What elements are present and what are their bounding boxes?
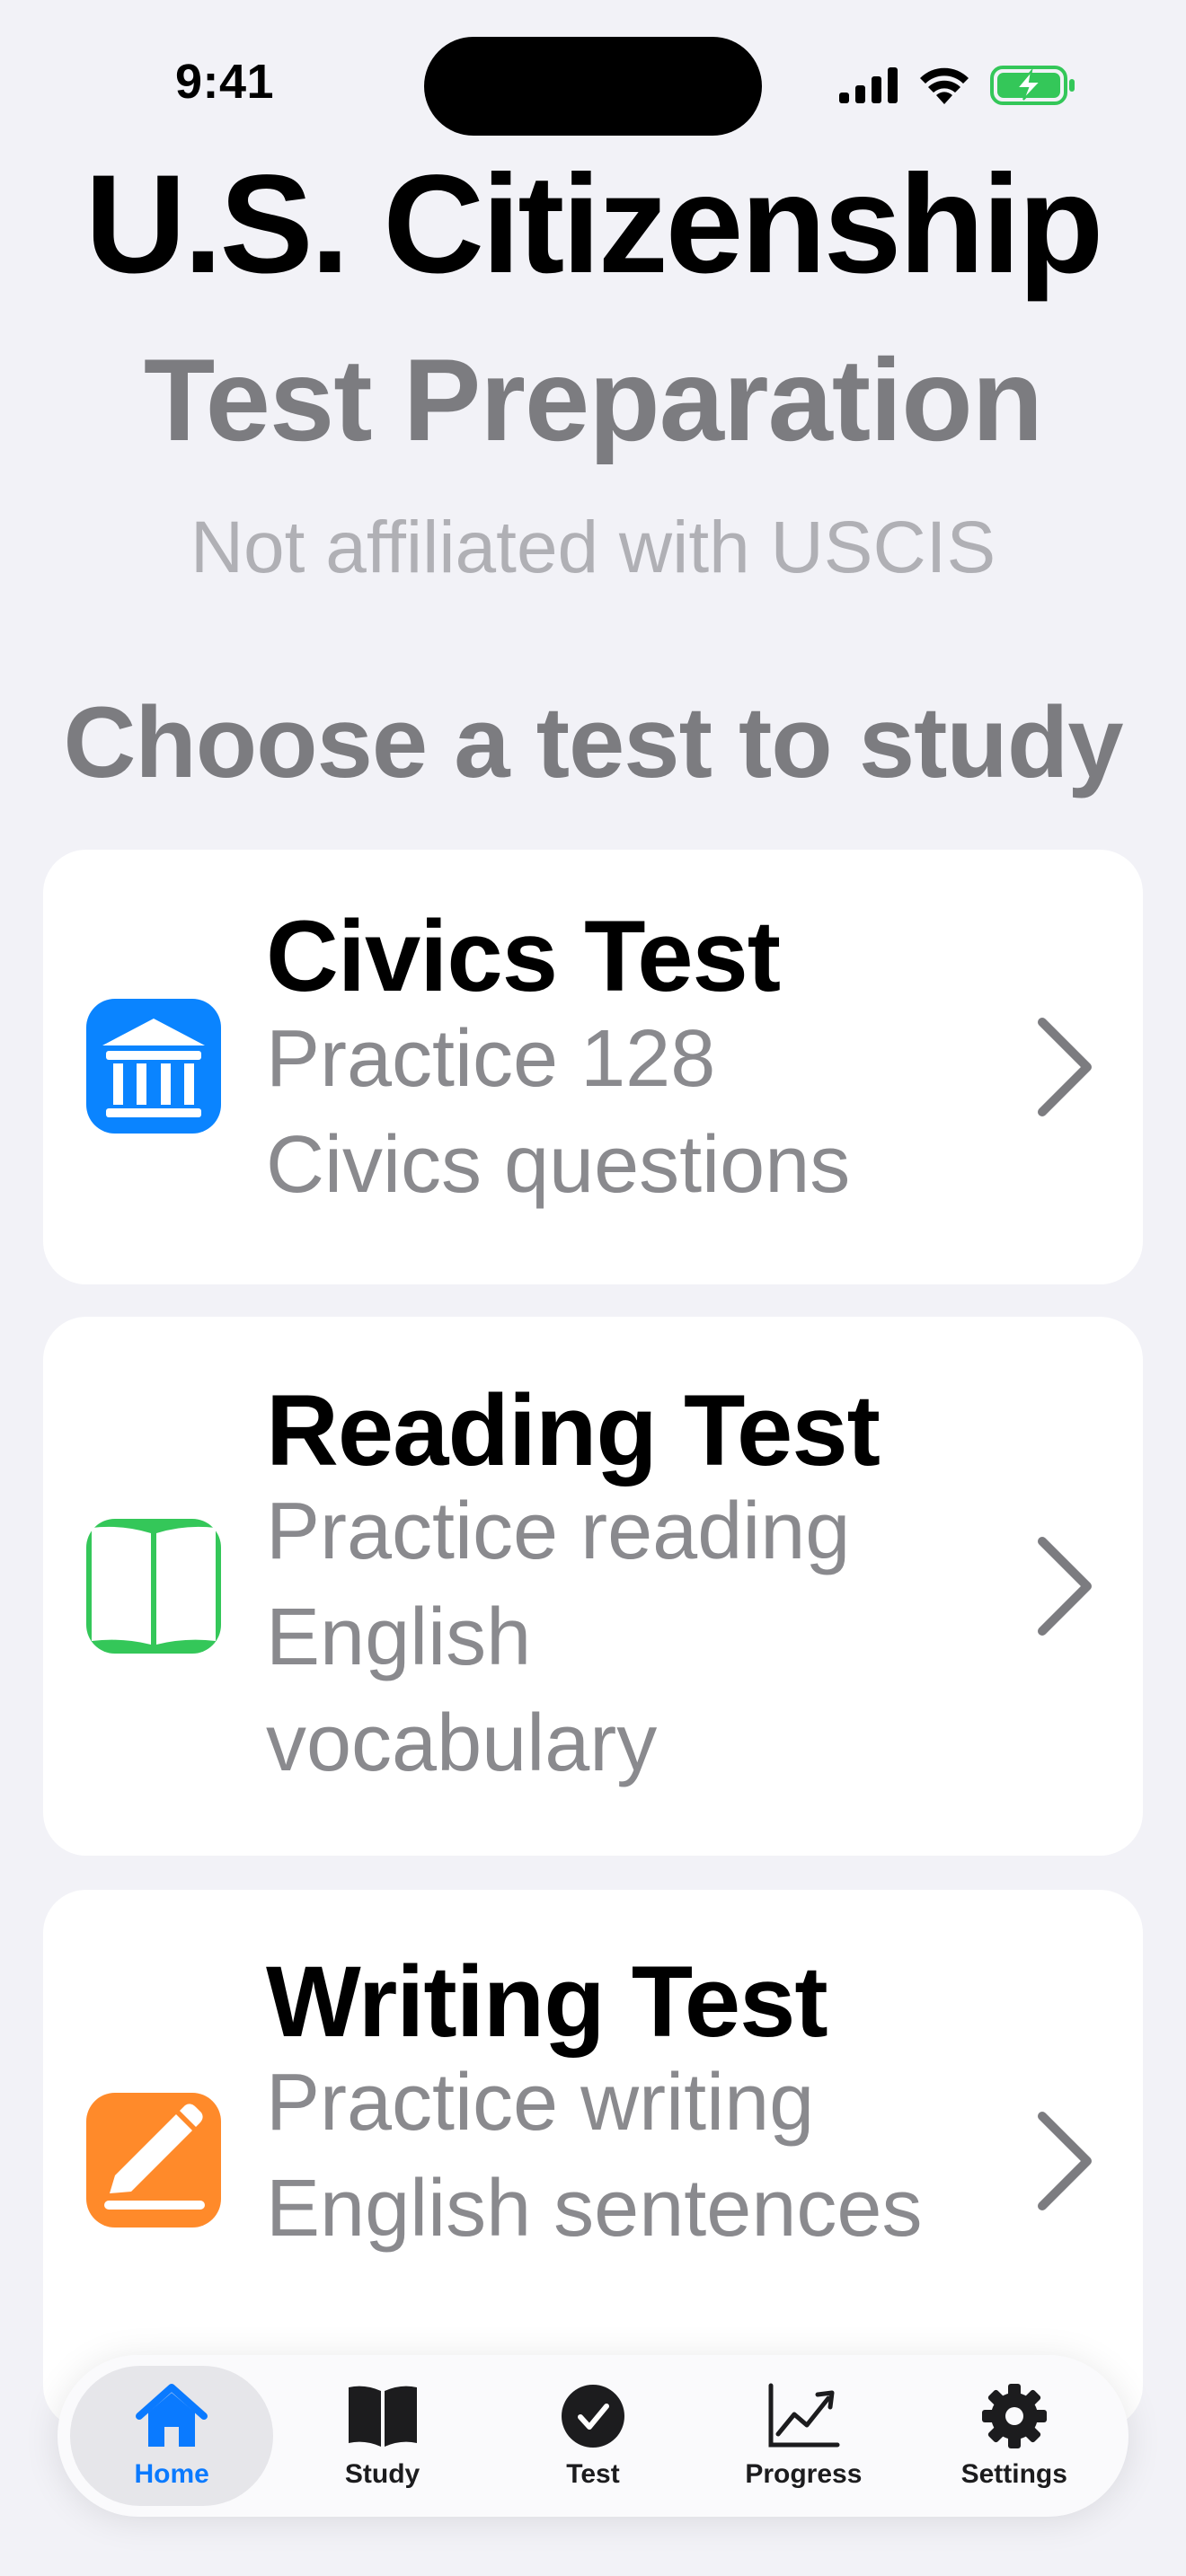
card-title: Writing Test — [266, 1945, 828, 2058]
tab-bar: Home Study Test Progress Settings — [58, 2355, 1128, 2517]
card-description: Practice reading English vocabulary — [266, 1486, 851, 1788]
tab-label: Settings — [960, 2459, 1067, 2489]
writing-test-card[interactable]: Writing Test Practice writing English se… — [43, 1890, 1143, 2429]
tab-home[interactable]: Home — [70, 2366, 274, 2506]
tab-label: Study — [344, 2459, 420, 2489]
chevron-right-icon — [1038, 1018, 1092, 1116]
wifi-icon — [920, 67, 969, 104]
tab-label: Test — [566, 2459, 620, 2489]
tab-study[interactable]: Study — [281, 2366, 484, 2506]
reading-test-card[interactable]: Reading Test Practice reading English vo… — [43, 1317, 1143, 1856]
tab-test[interactable]: Test — [491, 2366, 695, 2506]
status-icons — [839, 63, 1076, 108]
section-heading: Choose a test to study — [63, 686, 1123, 798]
page-title: U.S. Citizenship — [84, 146, 1104, 303]
dynamic-island — [424, 37, 762, 136]
card-description: Practice writing English sentences — [266, 2058, 923, 2254]
tab-label: Progress — [745, 2459, 863, 2489]
gear-icon — [981, 2384, 1047, 2448]
card-title: Reading Test — [266, 1374, 881, 1486]
page-subtitle: Test Preparation — [143, 334, 1043, 465]
pencil-icon — [86, 2093, 221, 2228]
chevron-right-icon — [1038, 1537, 1092, 1636]
status-bar: 9:41 — [0, 0, 1186, 162]
book-icon — [348, 2386, 417, 2447]
tab-progress[interactable]: Progress — [702, 2366, 905, 2506]
checkmark-circle-icon — [561, 2385, 624, 2448]
cellular-signal-icon — [839, 67, 898, 103]
house-icon — [136, 2384, 208, 2447]
card-description: Practice 128 Civics questions — [266, 1014, 851, 1210]
civics-test-card[interactable]: Civics Test Practice 128 Civics question… — [43, 850, 1143, 1284]
open-book-icon — [86, 1519, 221, 1654]
disclaimer-text: Not affiliated with USCIS — [190, 507, 996, 588]
tab-settings[interactable]: Settings — [913, 2366, 1116, 2506]
status-time: 9:41 — [174, 55, 275, 109]
chart-line-icon — [768, 2383, 840, 2448]
card-title: Civics Test — [266, 900, 781, 1012]
battery-charging-icon — [990, 66, 1075, 105]
government-building-icon — [86, 999, 221, 1134]
chevron-right-icon — [1038, 2112, 1092, 2210]
tab-label: Home — [134, 2459, 209, 2489]
